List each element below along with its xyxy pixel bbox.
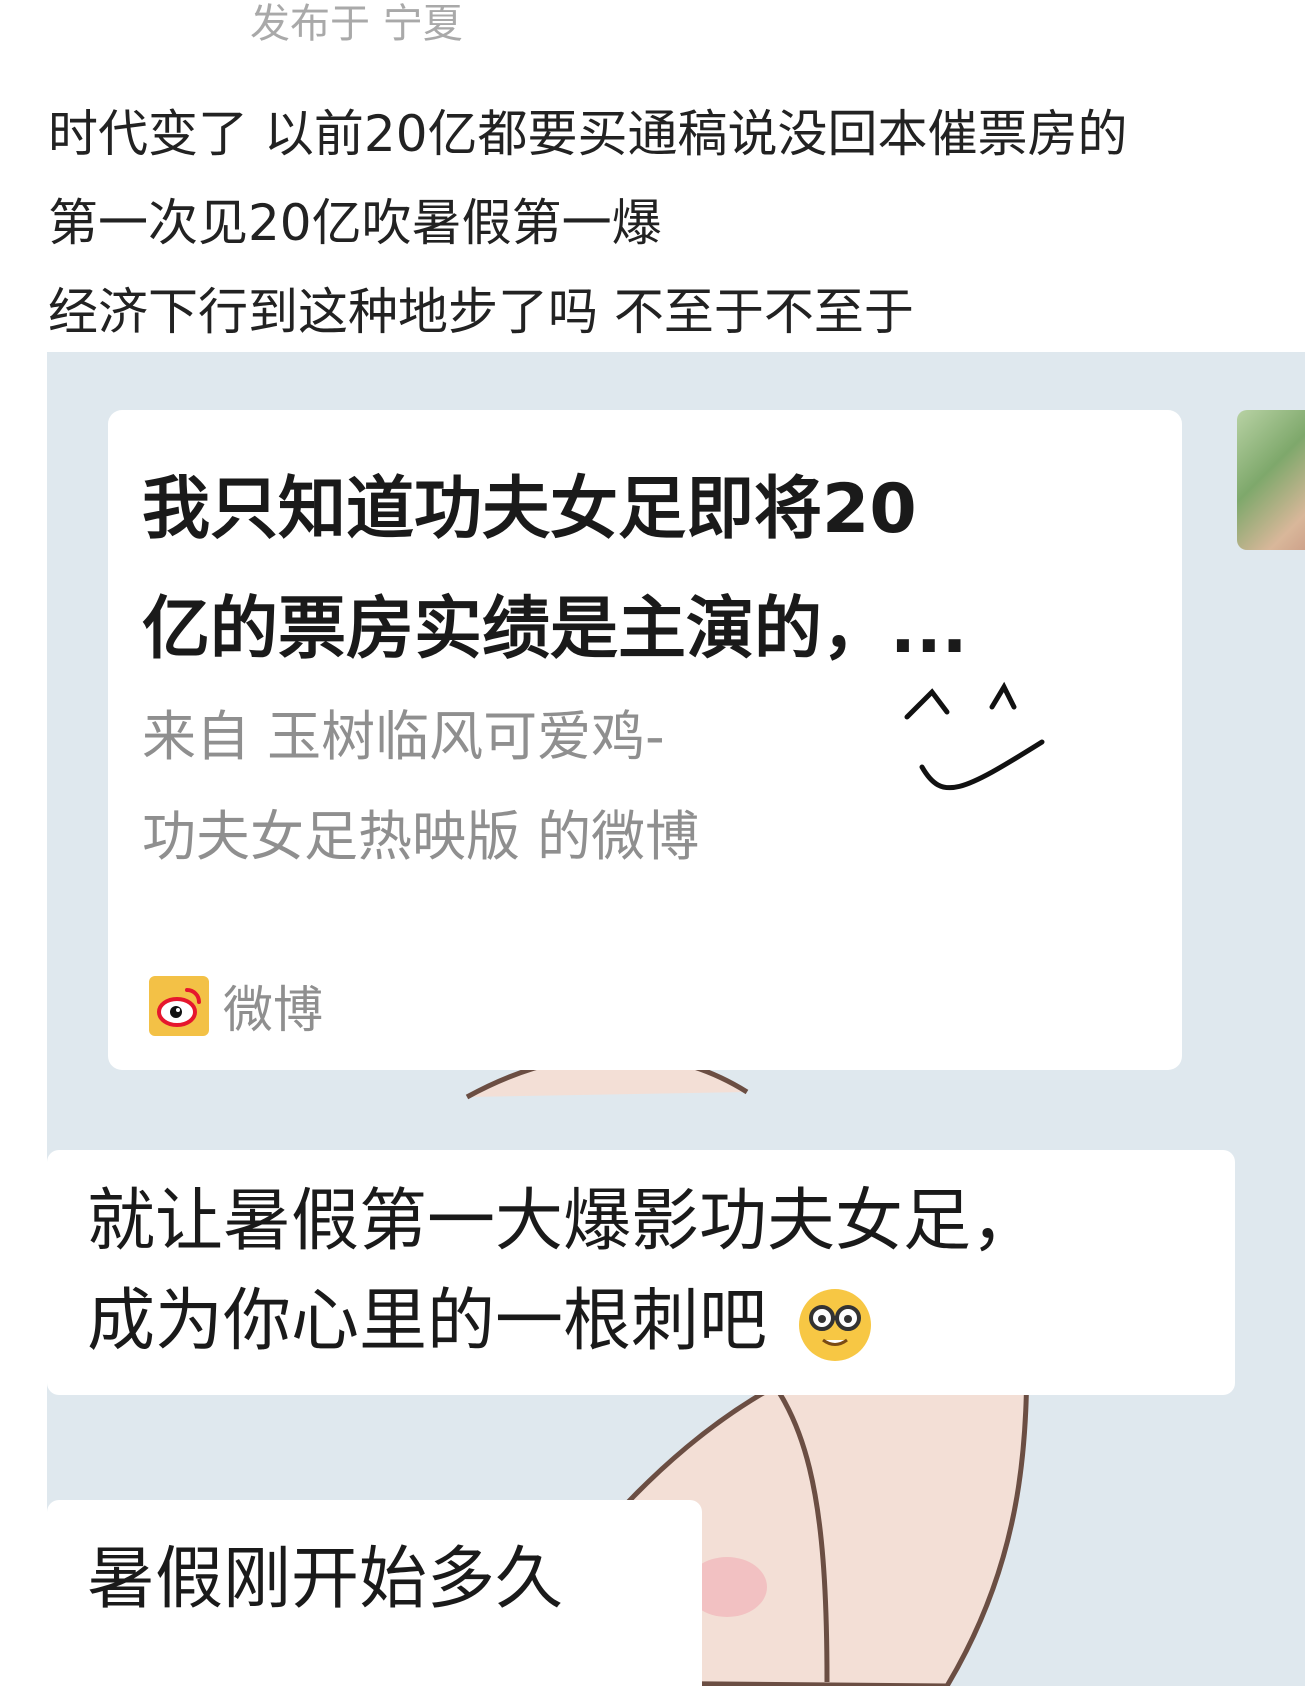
post-line: 第一次见20亿吹暑假第一爆 xyxy=(48,194,662,252)
shared-card-title: 我只知道功夫女足即将20 亿的票房实绩是主演的，... xyxy=(142,450,1142,690)
chat-message-bubble[interactable]: 暑假刚开始多久 xyxy=(47,1500,702,1686)
shared-card-source-line: 功夫女足热映版 的微博 xyxy=(142,805,700,868)
chat-message-line: 就让暑假第一大爆影功夫女足， xyxy=(87,1182,1040,1261)
weibo-brand-row: 微博 xyxy=(149,970,323,1042)
chat-screenshot-image: 我只知道功夫女足即将20 亿的票房实绩是主演的，... 来自 玉树临风可爱鸡- … xyxy=(47,352,1305,1686)
post-line: 时代变了 以前20亿都要买通稿说没回本催票房的 xyxy=(48,105,1128,163)
chat-message-line: 成为你心里的一根刺吧 xyxy=(87,1272,1217,1372)
avatar[interactable] xyxy=(1237,410,1305,550)
chat-message-line-text: 成为你心里的一根刺吧 xyxy=(87,1282,768,1361)
shared-card-source: 来自 玉树临风可爱鸡- 功夫女足热映版 的微博 xyxy=(142,687,942,887)
chat-message-text: 就让暑假第一大爆影功夫女足， 成为你心里的一根刺吧 xyxy=(87,1172,1217,1372)
chat-message-bubble[interactable]: 就让暑假第一大爆影功夫女足， 成为你心里的一根刺吧 xyxy=(47,1150,1235,1395)
chat-message-text: 暑假刚开始多久 xyxy=(87,1540,564,1619)
post-line: 经济下行到这种地步了吗 不至于不至于 xyxy=(48,283,914,341)
nerd-face-emoji-icon xyxy=(798,1289,871,1362)
post-meta-location: 发布于 宁夏 xyxy=(250,1,463,47)
smile-doodle-icon xyxy=(904,681,1045,791)
shared-card-title-line: 我只知道功夫女足即将20 xyxy=(142,470,917,549)
post-body: 时代变了 以前20亿都要买通稿说没回本催票房的 第一次见20亿吹暑假第一爆 经济… xyxy=(48,90,1288,357)
shared-card-source-line: 来自 玉树临风可爱鸡- xyxy=(142,705,665,768)
weibo-logo-icon xyxy=(149,976,209,1036)
weibo-brand-label: 微博 xyxy=(223,981,323,1039)
